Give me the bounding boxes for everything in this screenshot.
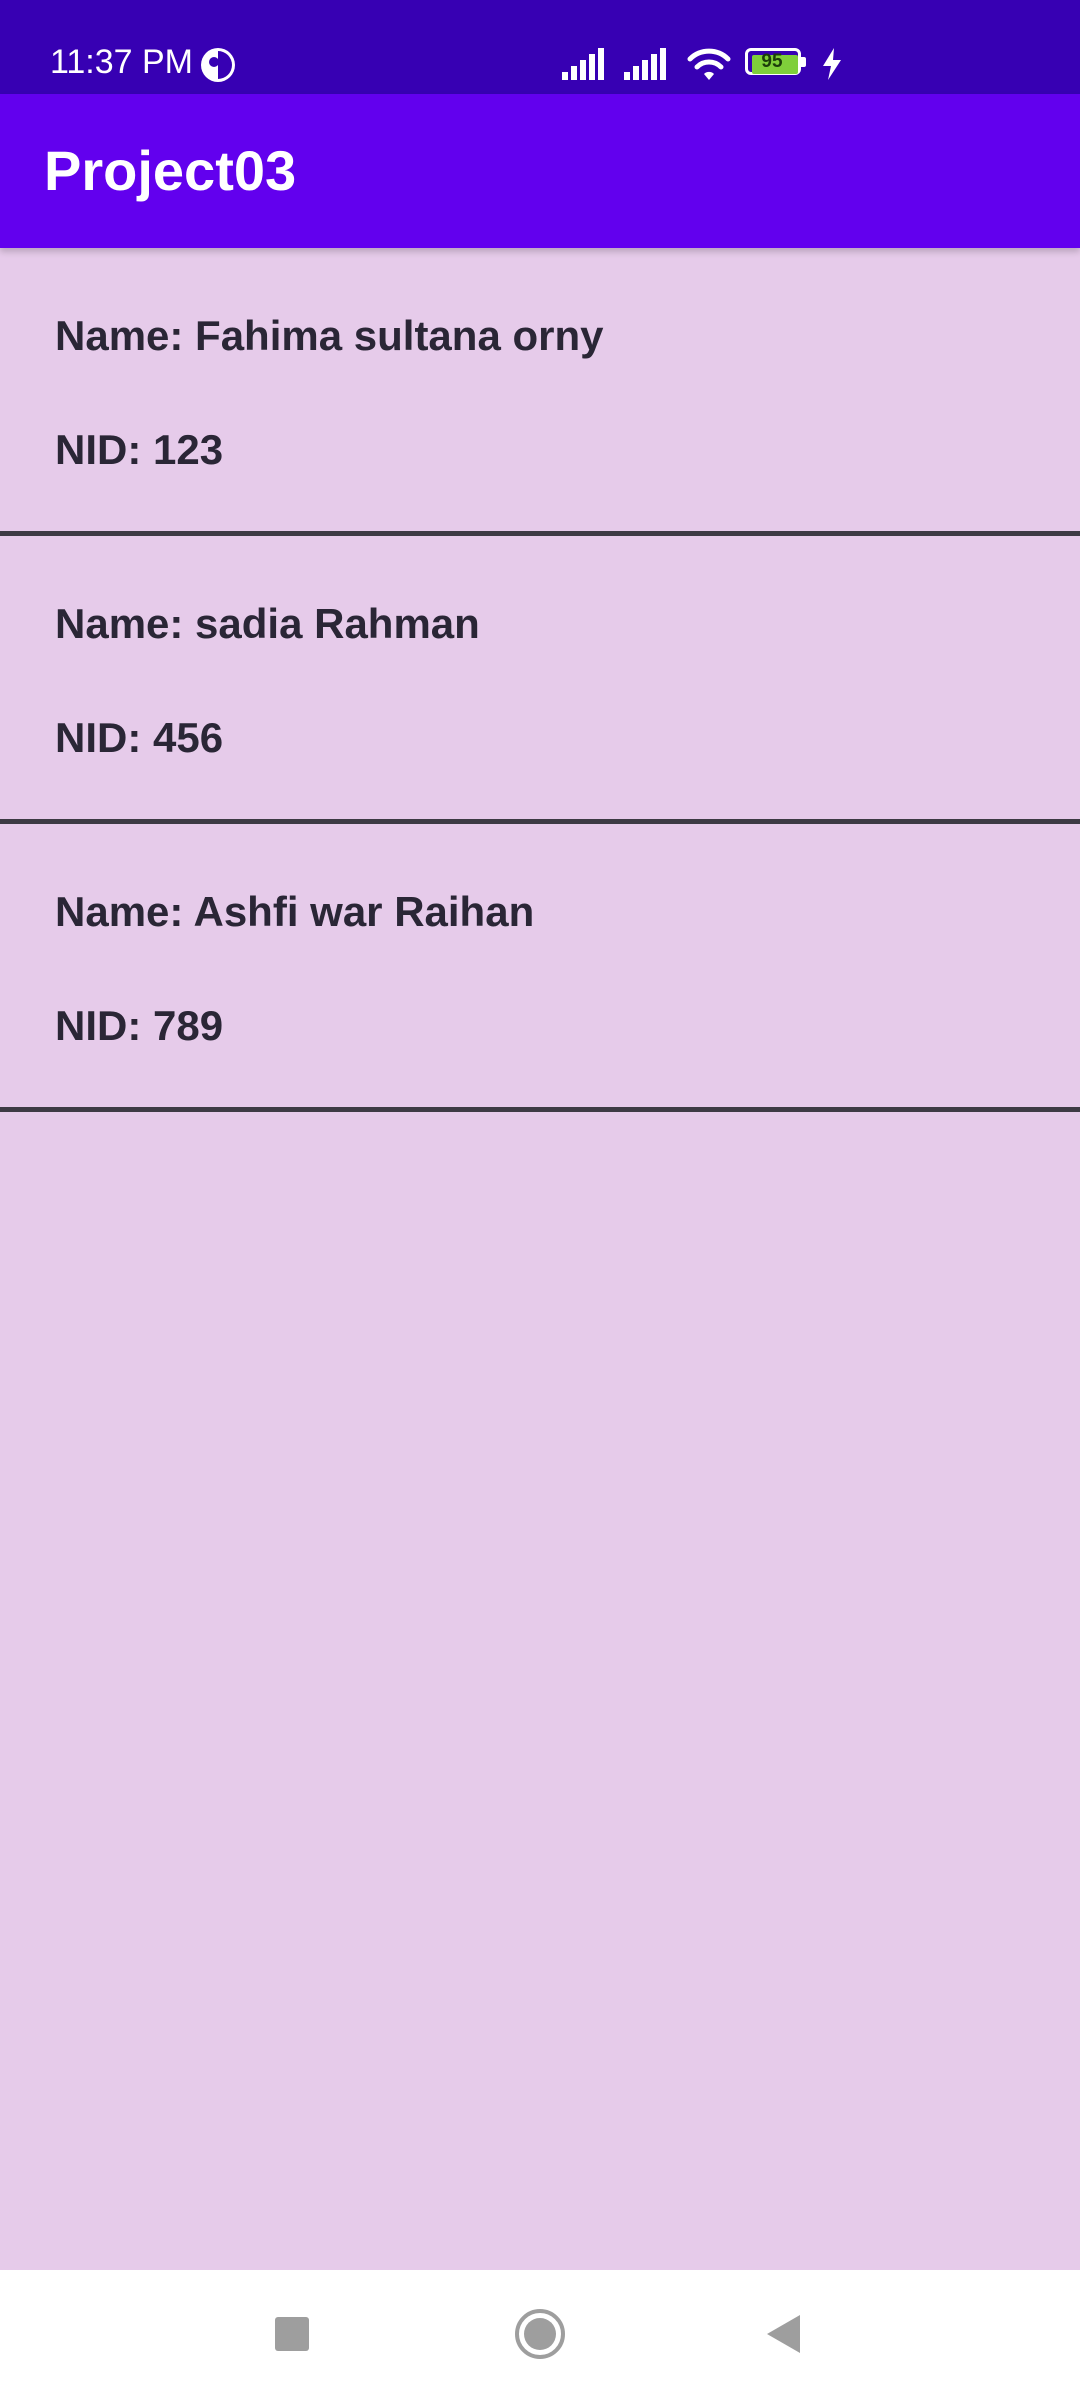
list-item[interactable]: Name: Ashfi war Raihan NID: 789	[0, 824, 1080, 1112]
recents-button[interactable]	[232, 2270, 352, 2400]
back-button[interactable]	[724, 2270, 844, 2400]
item-name: Name: Fahima sultana orny	[55, 312, 604, 359]
person-list: Name: Fahima sultana orny NID: 123 Name:…	[0, 248, 1080, 1112]
status-bar: 11:37 PM 95	[0, 0, 1080, 94]
item-nid: NID: 123	[55, 426, 224, 473]
battery-level: 95	[761, 51, 783, 72]
wifi-icon	[687, 48, 731, 80]
navigation-bar	[0, 2270, 1080, 2400]
list-item[interactable]: Name: Fahima sultana orny NID: 123	[0, 248, 1080, 536]
app-bar: Project03	[0, 94, 1080, 248]
status-time: 11:37 PM	[50, 43, 194, 81]
item-name: Name: Ashfi war Raihan	[55, 888, 535, 935]
battery-icon: 95	[745, 48, 807, 79]
signal-icon	[624, 48, 666, 80]
square-icon	[275, 2317, 309, 2351]
home-button[interactable]	[480, 2270, 600, 2400]
back-triangle-icon	[767, 2315, 800, 2353]
item-nid: NID: 789	[55, 1002, 224, 1049]
page-title: Project03	[44, 139, 297, 202]
signal-icon	[562, 48, 604, 80]
item-name: Name: sadia Rahman	[55, 600, 480, 647]
circle-icon	[515, 2309, 565, 2359]
charging-icon	[823, 48, 841, 80]
item-nid: NID: 456	[55, 714, 224, 761]
list-item[interactable]: Name: sadia Rahman NID: 456	[0, 536, 1080, 824]
app-notification-icon	[201, 48, 235, 82]
